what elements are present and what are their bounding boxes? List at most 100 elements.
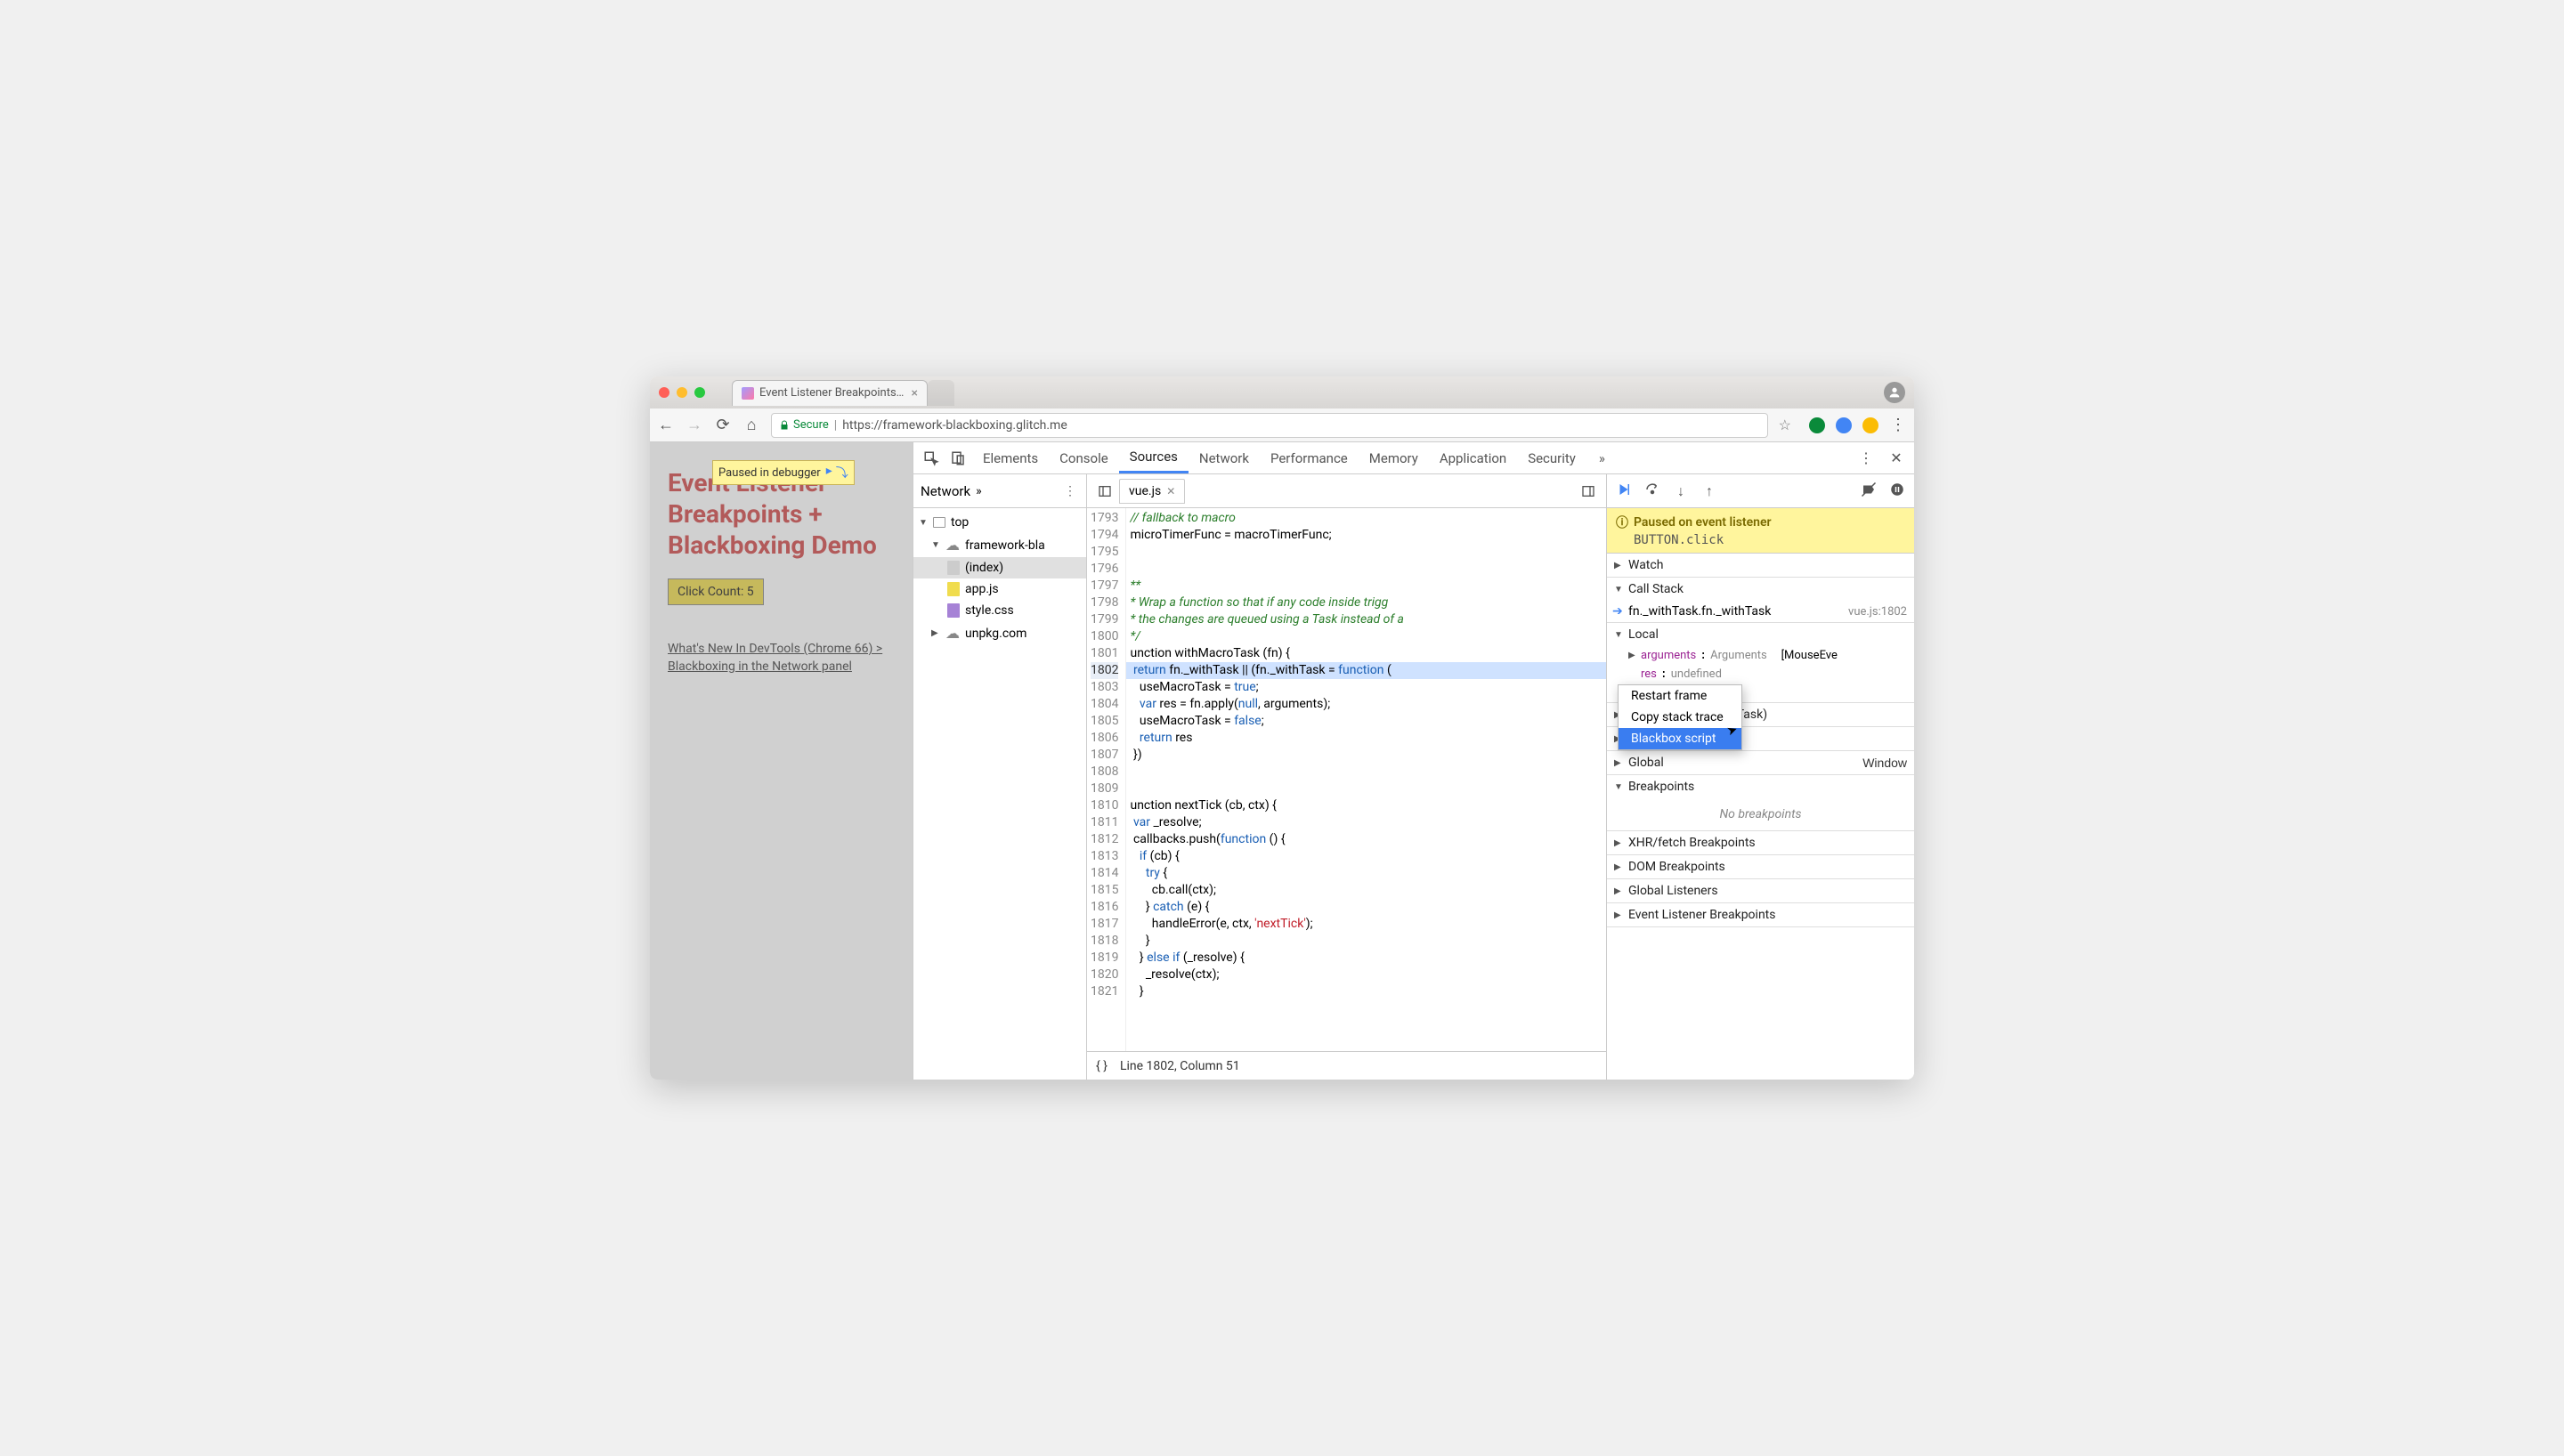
code-line[interactable]: unction nextTick (cb, ctx) { [1126, 797, 1606, 814]
devtools-settings-icon[interactable]: ⋮ [1854, 446, 1878, 471]
close-editor-tab-icon[interactable]: ✕ [1166, 485, 1175, 497]
code-line[interactable]: if (cb) { [1126, 848, 1606, 865]
breakpoints-section[interactable]: ▼Breakpoints [1607, 775, 1914, 798]
tree-domain[interactable]: ▶☁ unpkg.com [913, 621, 1086, 645]
code-line[interactable]: */ [1126, 628, 1606, 645]
tree-domain[interactable]: ▼☁ framework-bla [913, 533, 1086, 557]
code-line[interactable]: // fallback to macro [1126, 510, 1606, 527]
navigator-tab-label[interactable]: Network [921, 483, 970, 499]
back-button[interactable]: ← [657, 417, 675, 434]
bookmark-star-icon[interactable]: ☆ [1779, 417, 1791, 433]
code-line[interactable]: useMacroTask = true; [1126, 679, 1606, 696]
code-line[interactable]: } [1126, 933, 1606, 950]
code-line[interactable]: var _resolve; [1126, 814, 1606, 831]
code-line[interactable]: } catch (e) { [1126, 899, 1606, 916]
resume-button[interactable] [1614, 481, 1634, 501]
debugger-section[interactable]: ▶DOM Breakpoints [1607, 855, 1914, 878]
editor-tab-vuejs[interactable]: vue.js ✕ [1119, 479, 1185, 504]
extension-icon[interactable] [1836, 417, 1852, 433]
context-menu-restart-frame[interactable]: Restart frame [1619, 685, 1741, 707]
code-line[interactable]: handleError(e, ctx, 'nextTick'); [1126, 916, 1606, 933]
more-navigator-tabs-icon[interactable]: » [976, 484, 982, 498]
inspect-element-icon[interactable] [919, 446, 944, 471]
url-text: https://framework-blackboxing.glitch.me [842, 418, 1067, 433]
code-line[interactable]: * the changes are queued using a Task in… [1126, 611, 1606, 628]
code-line[interactable]: return fn._withTask || (fn._withTask = f… [1126, 662, 1606, 679]
code-line[interactable]: try { [1126, 865, 1606, 882]
code-line[interactable]: useMacroTask = false; [1126, 713, 1606, 730]
close-window-button[interactable] [659, 387, 669, 398]
omnibox[interactable]: Secure | https://framework-blackboxing.g… [771, 413, 1768, 438]
new-tab-button[interactable] [928, 380, 954, 406]
code-line[interactable] [1126, 561, 1606, 578]
pause-on-exceptions-button[interactable] [1887, 481, 1907, 501]
code-line[interactable]: _resolve(ctx); [1126, 967, 1606, 983]
code-line[interactable]: callbacks.push(function () { [1126, 831, 1606, 848]
scope-global[interactable]: ▶GlobalWindow [1607, 751, 1914, 774]
devtools-tab-network[interactable]: Network [1189, 442, 1260, 473]
browser-menu-icon[interactable]: ⋮ [1889, 417, 1907, 434]
tree-file-index[interactable]: (index) [913, 557, 1086, 578]
step-over-button[interactable] [1643, 481, 1662, 501]
home-button[interactable]: ⌂ [742, 417, 760, 434]
devtools-tab-application[interactable]: Application [1429, 442, 1517, 473]
scope-variable[interactable]: ▶arguments: Arguments [MouseEve [1607, 646, 1914, 665]
scope-local[interactable]: ▼Local [1607, 623, 1914, 646]
reload-button[interactable]: ⟳ [714, 417, 732, 434]
browser-tab[interactable]: Event Listener Breakpoints + B × [732, 380, 928, 406]
code-line[interactable]: unction withMacroTask (fn) { [1126, 645, 1606, 662]
devtools-tab-sources[interactable]: Sources [1119, 442, 1189, 473]
debugger-section[interactable]: ▶Event Listener Breakpoints [1607, 903, 1914, 926]
stack-frame[interactable]: ➔ fn._withTask.fn._withTask vue.js:1802 [1607, 601, 1914, 622]
close-tab-icon[interactable]: × [912, 386, 918, 400]
tree-file-appjs[interactable]: app.js [913, 578, 1086, 600]
code-line[interactable] [1126, 764, 1606, 781]
extension-icon[interactable] [1809, 417, 1825, 433]
forward-button[interactable]: → [686, 417, 703, 434]
navigator-toggle-icon[interactable] [1092, 479, 1117, 504]
callstack-section[interactable]: ▼Call Stack [1607, 578, 1914, 601]
frame-location[interactable]: vue.js:1802 [1848, 605, 1907, 619]
minimize-window-button[interactable] [677, 387, 687, 398]
editor-body[interactable]: 1793179417951796179717981799180018011802… [1087, 508, 1606, 1051]
extension-icon[interactable] [1862, 417, 1878, 433]
devtools-tab-console[interactable]: Console [1049, 442, 1119, 473]
code-line[interactable]: microTimerFunc = macroTimerFunc; [1126, 527, 1606, 544]
device-toggle-icon[interactable] [945, 446, 970, 471]
code-line[interactable]: * Wrap a function so that if any code in… [1126, 595, 1606, 611]
deactivate-breakpoints-button[interactable] [1859, 481, 1878, 501]
navigator-menu-icon[interactable]: ⋮ [1061, 484, 1079, 498]
code-line[interactable] [1126, 781, 1606, 797]
context-menu-copy-stack-trace[interactable]: Copy stack trace [1619, 707, 1741, 728]
code-line[interactable]: return res [1126, 730, 1606, 747]
step-out-button[interactable]: ↑ [1700, 482, 1719, 500]
debugger-section[interactable]: ▶XHR/fetch Breakpoints [1607, 831, 1914, 854]
devtools-close-icon[interactable]: ✕ [1884, 446, 1909, 471]
code-line[interactable] [1126, 544, 1606, 561]
code-line[interactable]: }) [1126, 747, 1606, 764]
devtools-tab-elements[interactable]: Elements [972, 442, 1049, 473]
tree-file-stylecss[interactable]: style.css [913, 600, 1086, 621]
scope-variable[interactable]: res: undefined [1607, 665, 1914, 684]
paused-event-target: BUTTON.click [1634, 533, 1905, 547]
debugger-section[interactable]: ▶Global Listeners [1607, 879, 1914, 902]
debugger-toggle-icon[interactable] [1576, 479, 1601, 504]
maximize-window-button[interactable] [694, 387, 705, 398]
code-line[interactable]: cb.call(ctx); [1126, 882, 1606, 899]
devtools-tab-memory[interactable]: Memory [1359, 442, 1429, 473]
step-mini-icon[interactable]: ⤵ [836, 464, 848, 481]
devtools-tab-security[interactable]: Security [1517, 442, 1586, 473]
resume-mini-icon[interactable]: ▸ [826, 464, 832, 481]
code-line[interactable]: ** [1126, 578, 1606, 595]
step-into-button[interactable]: ↓ [1671, 482, 1691, 500]
devtools-tab-performance[interactable]: Performance [1260, 442, 1359, 473]
profile-avatar[interactable] [1884, 382, 1905, 403]
code-line[interactable]: } else if (_resolve) { [1126, 950, 1606, 967]
code-line[interactable]: } [1126, 983, 1606, 1000]
format-code-icon[interactable]: { } [1096, 1059, 1108, 1073]
watch-section[interactable]: ▶Watch [1607, 554, 1914, 577]
context-menu-blackbox-script[interactable]: Blackbox script [1619, 728, 1741, 749]
tree-top[interactable]: ▼ top [913, 512, 1086, 533]
code-line[interactable]: var res = fn.apply(null, arguments); [1126, 696, 1606, 713]
more-tabs-icon[interactable]: » [1588, 442, 1616, 473]
